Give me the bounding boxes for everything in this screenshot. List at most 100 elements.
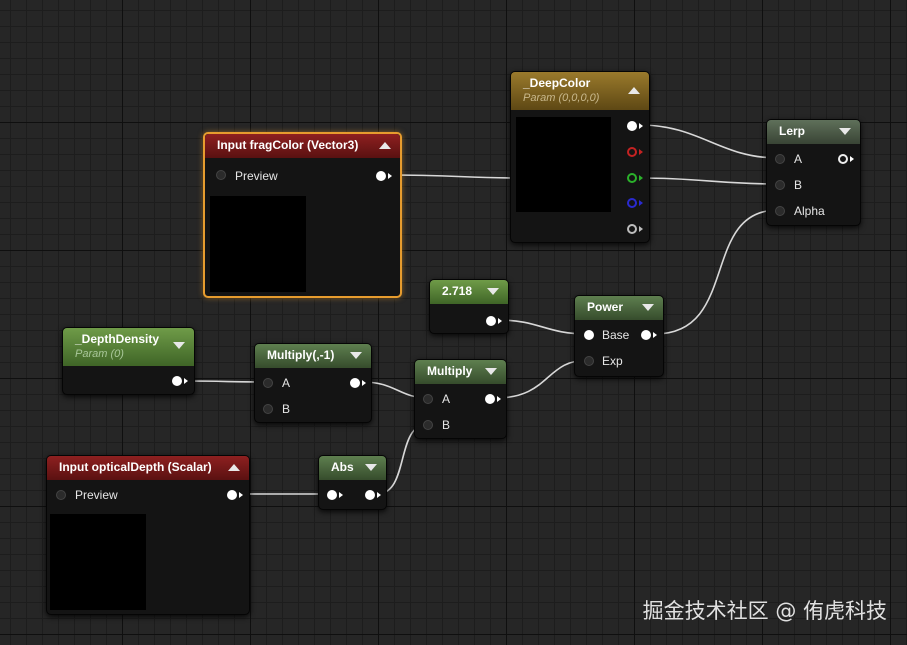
output-arrow-icon — [653, 332, 657, 338]
input-pin[interactable] — [327, 490, 337, 500]
node-title: 2.718 — [442, 284, 473, 298]
node-lerp[interactable]: Lerp A B Alpha — [766, 119, 861, 226]
node-multiply-neg1[interactable]: Multiply(,-1) A B — [254, 343, 372, 423]
node-multiply[interactable]: Multiply A B — [414, 359, 507, 439]
expand-triangle-icon[interactable] — [485, 368, 497, 375]
input-pin-b[interactable] — [423, 420, 433, 430]
output-arrow-icon — [498, 318, 502, 324]
output-pin[interactable] — [172, 376, 182, 386]
node-input-fragcolor[interactable]: Input fragColor (Vector3) Preview — [203, 132, 402, 298]
input-pin-a[interactable] — [263, 378, 273, 388]
node-header[interactable]: _DeepColor Param (0,0,0,0) — [511, 72, 649, 110]
input-pin-b[interactable] — [775, 180, 785, 190]
preview-input-pin[interactable] — [216, 170, 226, 180]
node-title: Multiply — [427, 364, 473, 378]
node-title: Power — [587, 300, 624, 314]
expand-triangle-icon[interactable] — [350, 352, 362, 359]
pin-label-exp: Exp — [602, 354, 623, 368]
node-title: _DeepColor — [523, 76, 591, 90]
output-pin[interactable] — [485, 394, 495, 404]
pin-label-alpha: Alpha — [794, 204, 825, 218]
preview-label: Preview — [235, 169, 278, 183]
pin-label-b: B — [442, 418, 451, 432]
output-arrow-icon — [639, 149, 643, 155]
input-pin-alpha[interactable] — [775, 206, 785, 216]
wire-deepcolor-to-lerp-a[interactable] — [639, 124, 779, 159]
node-constant-e[interactable]: 2.718 — [429, 279, 509, 334]
pin-label-a: A — [442, 392, 451, 406]
collapse-triangle-icon[interactable] — [379, 142, 391, 149]
input-pin-a[interactable] — [423, 394, 433, 404]
node-subtitle: Param (0) — [75, 348, 124, 360]
node-subtitle: Param (0,0,0,0) — [523, 92, 600, 104]
collapse-triangle-icon[interactable] — [628, 87, 640, 94]
node-abs[interactable]: Abs — [318, 455, 387, 510]
node-header[interactable]: 2.718 — [430, 280, 508, 304]
wire-deepcolor-green-to-lerp-b[interactable] — [639, 177, 779, 185]
output-pin[interactable] — [641, 330, 651, 340]
node-power[interactable]: Power Base Exp — [574, 295, 664, 377]
input-pin-base[interactable] — [584, 330, 594, 340]
pin-label-a: A — [282, 376, 291, 390]
output-arrow-icon — [497, 396, 501, 402]
expand-triangle-icon[interactable] — [839, 128, 851, 135]
input-arrow-icon — [339, 492, 343, 498]
expand-triangle-icon[interactable] — [173, 342, 185, 349]
preview-swatch — [516, 117, 611, 212]
node-header[interactable]: _DepthDensity Param (0) — [63, 328, 194, 366]
red-output-pin[interactable] — [627, 147, 637, 157]
expand-triangle-icon[interactable] — [365, 464, 377, 471]
node-depthdensity-param[interactable]: _DepthDensity Param (0) — [62, 327, 195, 395]
node-title: _DepthDensity — [75, 332, 160, 346]
output-pin[interactable] — [350, 378, 360, 388]
expand-triangle-icon[interactable] — [642, 304, 654, 311]
expand-triangle-icon[interactable] — [487, 288, 499, 295]
node-header[interactable]: Input opticalDepth (Scalar) — [47, 456, 249, 480]
node-header[interactable]: Abs — [319, 456, 386, 480]
wire-power-to-lerp-alpha[interactable] — [654, 209, 779, 335]
pin-label-base: Base — [602, 328, 630, 342]
node-header[interactable]: Multiply(,-1) — [255, 344, 371, 368]
pin-label-a: A — [794, 152, 803, 166]
pin-label-b: B — [282, 402, 291, 416]
input-pin-b[interactable] — [263, 404, 273, 414]
output-arrow-icon — [184, 378, 188, 384]
blue-output-pin[interactable] — [627, 198, 637, 208]
output-arrow-icon — [639, 123, 643, 129]
alpha-output-pin[interactable] — [627, 224, 637, 234]
output-pin[interactable] — [376, 171, 386, 181]
node-title: Multiply(,-1) — [267, 348, 335, 362]
node-header[interactable]: Multiply — [415, 360, 506, 384]
node-title: Input fragColor (Vector3) — [217, 138, 359, 152]
node-header[interactable]: Power — [575, 296, 663, 320]
output-pin[interactable] — [486, 316, 496, 326]
output-arrow-icon — [850, 156, 854, 162]
wire-fragcolor-to-deepcolor[interactable] — [387, 174, 521, 179]
output-arrow-icon — [362, 380, 366, 386]
node-input-opticaldepth[interactable]: Input opticalDepth (Scalar) Preview — [46, 455, 250, 615]
output-arrow-icon — [639, 175, 643, 181]
output-pin[interactable] — [838, 154, 848, 164]
node-header[interactable]: Lerp — [767, 120, 860, 144]
preview-swatch — [50, 514, 146, 610]
output-arrow-icon — [639, 226, 643, 232]
pin-label-b: B — [794, 178, 803, 192]
output-pin[interactable] — [227, 490, 237, 500]
green-output-pin[interactable] — [627, 173, 637, 183]
preview-swatch — [210, 196, 306, 292]
output-arrow-icon — [377, 492, 381, 498]
node-header[interactable]: Input fragColor (Vector3) — [205, 134, 400, 158]
node-title: Abs — [331, 460, 354, 474]
rgba-output-pin[interactable] — [627, 121, 637, 131]
input-pin-exp[interactable] — [584, 356, 594, 366]
output-pin[interactable] — [365, 490, 375, 500]
node-title: Lerp — [779, 124, 806, 138]
output-arrow-icon — [239, 492, 243, 498]
input-pin-a[interactable] — [775, 154, 785, 164]
preview-label: Preview — [75, 488, 118, 502]
collapse-triangle-icon[interactable] — [228, 464, 240, 471]
node-deepcolor-param[interactable]: _DeepColor Param (0,0,0,0) — [510, 71, 650, 243]
watermark-text: 掘金技术社区 @ 侑虎科技 — [642, 599, 887, 623]
preview-input-pin[interactable] — [56, 490, 66, 500]
node-title: Input opticalDepth (Scalar) — [59, 460, 212, 474]
